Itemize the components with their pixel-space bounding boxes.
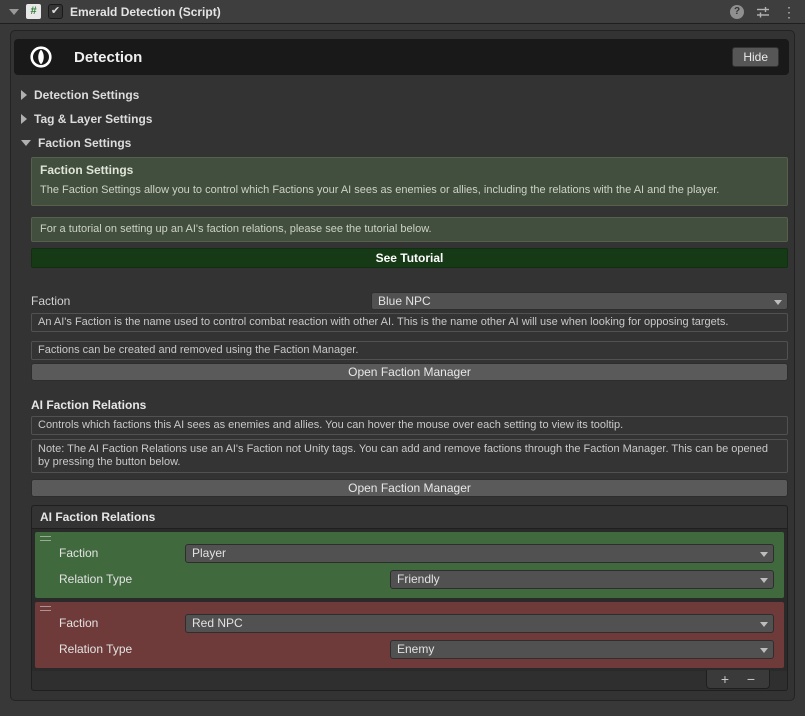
relation-type-row: Relation Type Enemy: [59, 639, 774, 659]
faction-dropdown[interactable]: Player: [185, 544, 774, 563]
relation-type-label: Relation Type: [59, 642, 390, 656]
faction-helpbox-2: Factions can be created and removed usin…: [31, 341, 788, 360]
drag-handle-icon[interactable]: [40, 606, 51, 614]
foldout-detection-settings[interactable]: Detection Settings: [14, 83, 789, 107]
list-item[interactable]: Faction Player Relation Type Friendly: [35, 532, 784, 598]
drag-handle-icon[interactable]: [40, 536, 51, 544]
relation-type-dropdown[interactable]: Friendly: [390, 570, 774, 589]
foldout-faction-settings[interactable]: Faction Settings: [14, 131, 789, 155]
faction-field-row: Faction Blue NPC: [31, 292, 788, 310]
script-icon: #: [26, 4, 41, 19]
add-item-button[interactable]: +: [712, 671, 738, 687]
component-title: Emerald Detection (Script): [70, 5, 723, 19]
see-tutorial-button[interactable]: See Tutorial: [31, 248, 788, 268]
detection-eye-icon: [26, 45, 56, 69]
presets-icon[interactable]: [756, 5, 770, 19]
faction-field-label: Faction: [31, 294, 371, 308]
foldout-label: Faction Settings: [38, 136, 131, 150]
faction-settings-section: Faction Settings The Faction Settings al…: [14, 155, 789, 691]
chevron-right-icon: [21, 114, 27, 124]
detection-component-body: Detection Hide Detection Settings Tag & …: [10, 30, 795, 701]
component-header: # ✔ Emerald Detection (Script) ? ⋮: [0, 0, 805, 24]
faction-row: Faction Red NPC: [59, 613, 774, 633]
faction-row: Faction Player: [59, 543, 774, 563]
faction-dropdown[interactable]: Blue NPC: [371, 292, 788, 310]
relations-helpbox-2: Note: The AI Faction Relations use an AI…: [31, 439, 788, 473]
info-box-title: Faction Settings: [40, 163, 779, 177]
info-box-body: The Faction Settings allow you to contro…: [40, 184, 779, 197]
detection-title-panel: Detection Hide: [14, 39, 789, 75]
tutorial-info-box: For a tutorial on setting up an AI's fac…: [31, 217, 788, 242]
relations-list-body: Faction Player Relation Type Friendly Fa…: [32, 529, 787, 671]
relations-list-header[interactable]: AI Faction Relations: [32, 506, 787, 529]
foldout-tag-layer-settings[interactable]: Tag & Layer Settings: [14, 107, 789, 131]
foldout-label: Tag & Layer Settings: [34, 112, 152, 126]
foldout-label: Detection Settings: [34, 88, 139, 102]
open-faction-manager-button[interactable]: Open Faction Manager: [31, 363, 788, 381]
faction-helpbox-1: An AI's Faction is the name used to cont…: [31, 313, 788, 332]
relation-type-label: Relation Type: [59, 572, 390, 586]
open-faction-manager-button-2[interactable]: Open Faction Manager: [31, 479, 788, 497]
help-icon[interactable]: ?: [730, 5, 744, 19]
tutorial-info-text: For a tutorial on setting up an AI's fac…: [40, 223, 779, 236]
faction-label: Faction: [59, 546, 185, 560]
list-footer-buttons: + −: [706, 670, 770, 689]
component-foldout-arrow-icon[interactable]: [9, 9, 19, 15]
faction-label: Faction: [59, 616, 185, 630]
remove-item-button[interactable]: −: [738, 671, 764, 687]
chevron-down-icon: [21, 140, 31, 146]
ai-faction-relations-header: AI Faction Relations: [31, 398, 788, 412]
faction-settings-info-box: Faction Settings The Faction Settings al…: [31, 157, 788, 206]
ai-faction-relations-list: AI Faction Relations Faction Player Rela…: [31, 505, 788, 691]
list-item[interactable]: Faction Red NPC Relation Type Enemy: [35, 602, 784, 668]
component-enabled-checkbox[interactable]: ✔: [48, 4, 63, 19]
context-menu-icon[interactable]: ⋮: [782, 5, 796, 19]
hide-button[interactable]: Hide: [732, 47, 779, 67]
relations-list-footer: + −: [32, 671, 787, 690]
relation-type-dropdown[interactable]: Enemy: [390, 640, 774, 659]
faction-dropdown[interactable]: Red NPC: [185, 614, 774, 633]
chevron-right-icon: [21, 90, 27, 100]
relations-helpbox-1: Controls which factions this AI sees as …: [31, 416, 788, 435]
detection-panel-title: Detection: [74, 49, 732, 66]
relation-type-row: Relation Type Friendly: [59, 569, 774, 589]
